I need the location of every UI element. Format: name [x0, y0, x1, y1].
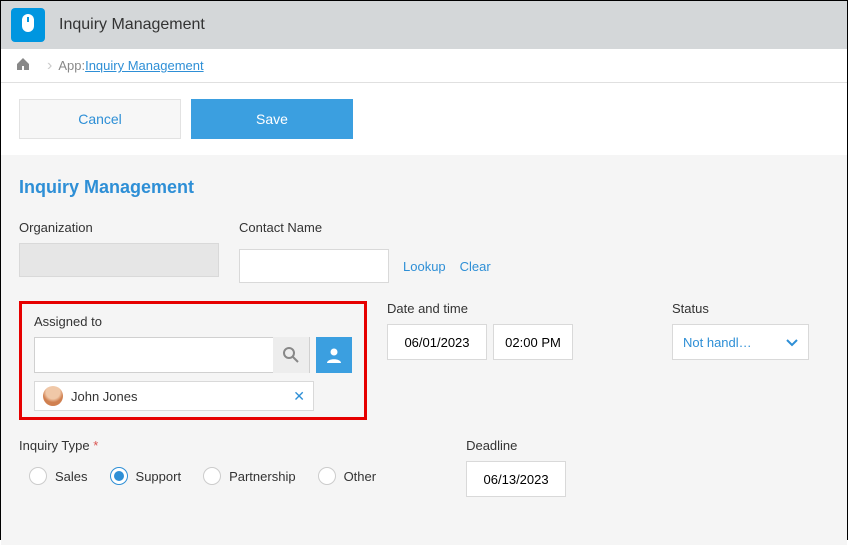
inquiry-type-radios: Sales Support Partnership Other: [19, 461, 386, 491]
radio-other[interactable]: Other: [318, 467, 377, 485]
radio-support[interactable]: Support: [110, 467, 182, 485]
page-title: Inquiry Management: [19, 177, 829, 198]
radio-icon: [318, 467, 336, 485]
deadline-label: Deadline: [466, 438, 566, 453]
breadcrumb: › App: Inquiry Management: [1, 49, 847, 83]
home-icon[interactable]: [15, 56, 31, 75]
assigned-to-searchbox: [34, 337, 310, 373]
contact-name-field: Contact Name Lookup Clear: [239, 220, 491, 283]
breadcrumb-prefix: App:: [58, 58, 85, 73]
search-icon[interactable]: [273, 337, 309, 373]
chevron-down-icon: [786, 335, 798, 350]
lookup-link[interactable]: Lookup: [403, 259, 446, 274]
app-title: Inquiry Management: [59, 16, 205, 34]
radio-label: Other: [344, 469, 377, 484]
status-value: Not handl…: [683, 335, 752, 350]
assigned-to-highlight: Assigned to John Jones ✕: [19, 301, 367, 420]
deadline-field: Deadline: [466, 438, 566, 497]
inquiry-type-label: Inquiry Type *: [19, 438, 386, 453]
radio-label: Support: [136, 469, 182, 484]
status-label: Status: [672, 301, 809, 316]
radio-icon: [29, 467, 47, 485]
remove-user-icon[interactable]: ✕: [293, 388, 305, 405]
app-icon: [11, 8, 45, 42]
deadline-input[interactable]: [466, 461, 566, 497]
avatar: [43, 386, 63, 406]
contact-name-label: Contact Name: [239, 220, 491, 235]
title-bar: Inquiry Management: [1, 1, 847, 49]
radio-label: Sales: [55, 469, 88, 484]
contact-name-input[interactable]: [239, 249, 389, 283]
form-area: Inquiry Management Organization Contact …: [1, 155, 847, 545]
status-dropdown[interactable]: Not handl…: [672, 324, 809, 360]
assigned-to-input[interactable]: [35, 348, 273, 363]
assigned-user-name: John Jones: [71, 389, 138, 404]
radio-icon: [110, 467, 128, 485]
assigned-user-chip: John Jones ✕: [34, 381, 314, 411]
radio-icon: [203, 467, 221, 485]
inquiry-type-field: Inquiry Type * Sales Support Partnership Ot…: [19, 438, 386, 491]
organization-input[interactable]: [19, 243, 219, 277]
assigned-to-label: Assigned to: [34, 314, 352, 329]
status-field: Status Not handl…: [672, 301, 809, 360]
clear-link[interactable]: Clear: [460, 259, 491, 274]
datetime-label: Date and time: [387, 301, 573, 316]
radio-sales[interactable]: Sales: [29, 467, 88, 485]
time-input[interactable]: [493, 324, 573, 360]
action-bar: Cancel Save: [1, 83, 847, 155]
organization-label: Organization: [19, 220, 219, 235]
radio-partnership[interactable]: Partnership: [203, 467, 295, 485]
user-picker-button[interactable]: [316, 337, 352, 373]
organization-field: Organization: [19, 220, 219, 277]
save-button[interactable]: Save: [191, 99, 353, 139]
datetime-field: Date and time: [387, 301, 573, 360]
chevron-right-icon: ›: [47, 57, 52, 75]
cancel-button[interactable]: Cancel: [19, 99, 181, 139]
date-input[interactable]: [387, 324, 487, 360]
breadcrumb-link[interactable]: Inquiry Management: [85, 58, 204, 73]
radio-label: Partnership: [229, 469, 295, 484]
